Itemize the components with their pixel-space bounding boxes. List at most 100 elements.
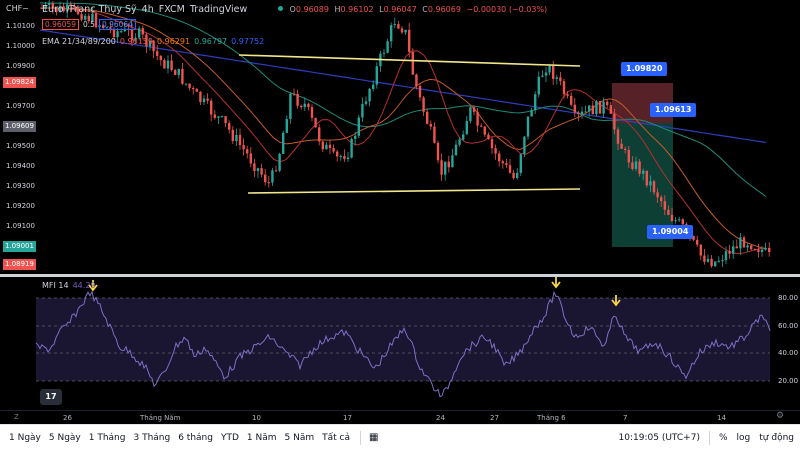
candle-body xyxy=(202,98,206,103)
candle-body xyxy=(681,219,684,225)
mfi-pane[interactable]: MFI 14 44.29 80.00 60.00 40.00 20.00 xyxy=(0,277,800,410)
auto-toggle[interactable]: tự động xyxy=(759,433,794,443)
exchange: FXCM xyxy=(158,4,185,15)
candle-body xyxy=(274,170,278,172)
candle-body xyxy=(289,93,292,120)
time-label: 17 xyxy=(343,414,352,422)
candle-body xyxy=(253,163,256,172)
price-tick: 1.09400 xyxy=(6,162,35,170)
candle-body xyxy=(397,24,400,29)
price-axis[interactable]: 1.10100 1.10000 1.09900 1.09700 1.09500 … xyxy=(0,0,36,274)
gear-icon[interactable]: ⚙ xyxy=(776,411,784,421)
source: TradingView xyxy=(189,4,248,15)
candle-body xyxy=(501,161,504,164)
support-trendline xyxy=(247,188,581,194)
price-tag-last: 1.09609 xyxy=(3,121,36,132)
toolbar-divider xyxy=(360,430,362,445)
mfi-legend[interactable]: MFI 14 44.29 xyxy=(42,281,96,290)
candle-body xyxy=(627,150,630,163)
candle-body xyxy=(472,107,476,112)
candle-body xyxy=(595,101,598,115)
percent-toggle[interactable]: % xyxy=(719,433,728,443)
range-ytd[interactable]: YTD xyxy=(221,433,239,443)
range-1-day[interactable]: 1 Ngày xyxy=(9,433,41,443)
candle-body xyxy=(534,94,537,111)
candle-body xyxy=(285,119,288,133)
symbol-badge[interactable]: CHF~ xyxy=(6,4,29,13)
clock[interactable]: 10:19:05 (UTC+7) xyxy=(619,433,700,443)
ema-legend[interactable]: EMA 21/34/89/200 0.96159 0.96291 0.96797 0.9… xyxy=(42,37,268,46)
chart-title[interactable]: Euro /Franc Thụy Sỹ 4h FXCM TradingView xyxy=(42,4,252,15)
candle-body xyxy=(242,144,245,150)
candle-body xyxy=(584,111,587,113)
range-3-month[interactable]: 3 Tháng xyxy=(133,433,170,443)
candle-body xyxy=(346,157,350,160)
candle-body xyxy=(404,29,407,33)
candle-body xyxy=(699,244,702,256)
candle-body xyxy=(213,114,216,118)
time-label: 27 xyxy=(490,414,499,422)
price-tick: 1.09900 xyxy=(6,62,35,70)
log-toggle[interactable]: log xyxy=(737,433,751,443)
candle-body xyxy=(235,134,238,142)
candle-body xyxy=(652,181,656,193)
candle-body xyxy=(310,107,314,118)
candle-body xyxy=(184,83,188,85)
time-label: 24 xyxy=(436,414,445,422)
candle-body xyxy=(530,110,533,117)
candle-body xyxy=(296,93,299,106)
range-1-year[interactable]: 1 Năm xyxy=(247,433,277,443)
range-6-month[interactable]: 6 tháng xyxy=(178,433,213,443)
mfi-canvas[interactable] xyxy=(0,277,800,410)
candle-body xyxy=(278,153,281,171)
candle-body xyxy=(703,255,706,262)
price-tick: 1.09100 xyxy=(6,222,35,230)
symbol-name: Euro /Franc Thụy Sỹ xyxy=(42,4,137,15)
range-5-day[interactable]: 5 Ngày xyxy=(49,433,81,443)
candle-body xyxy=(267,182,270,184)
price-chart-pane[interactable]: 1.10100 1.10000 1.09900 1.09700 1.09500 … xyxy=(0,0,800,274)
range-all[interactable]: Tất cả xyxy=(322,433,350,443)
candle-body xyxy=(757,249,760,252)
candle-body xyxy=(620,143,623,149)
candle-body xyxy=(670,214,674,222)
callout-stop[interactable]: 1.09613 xyxy=(650,103,697,117)
candle-body xyxy=(696,239,699,245)
candle-body xyxy=(462,134,465,140)
price-tick: 1.09500 xyxy=(6,142,35,150)
candle-body xyxy=(390,25,393,42)
range-1-month[interactable]: 1 Tháng xyxy=(89,433,126,443)
ohlc-readout: O0.96089 H0.96102 L0.96047 C0.96069 −0.0… xyxy=(276,5,550,14)
range-5-year[interactable]: 5 Năm xyxy=(285,433,315,443)
interval: 4h xyxy=(141,4,154,15)
mfi-tick: 40.00 xyxy=(778,349,799,357)
candle-body xyxy=(580,111,584,115)
candle-body xyxy=(238,134,242,145)
candle-body xyxy=(361,103,364,118)
arrow-down-icon xyxy=(551,277,561,289)
zoom-reset-icon[interactable]: Z xyxy=(14,413,19,421)
candle-body xyxy=(616,129,620,144)
time-label: Tháng Năm xyxy=(140,414,181,422)
callout-entry[interactable]: 1.09820 xyxy=(621,62,668,76)
mfi-tick: 60.00 xyxy=(778,322,799,330)
candle-body xyxy=(325,144,328,150)
candle-body xyxy=(573,104,576,113)
calendar-icon[interactable]: ▦ xyxy=(369,432,378,443)
price-tag-high: 1.09824 xyxy=(3,77,36,88)
tradingview-logo-icon[interactable]: 17 xyxy=(40,389,62,405)
time-axis[interactable]: 26 Tháng Năm 10 17 24 27 Tháng 6 7 14 xyxy=(0,410,800,424)
callout-target[interactable]: 1.09004 xyxy=(647,225,694,239)
ask-price[interactable]: 0.96064 xyxy=(98,19,136,30)
candle-body xyxy=(746,245,749,248)
candle-body xyxy=(418,85,422,98)
candle-body xyxy=(256,168,260,172)
bid-price[interactable]: 0.96059 xyxy=(42,19,80,30)
candle-body xyxy=(750,245,753,250)
candle-body xyxy=(519,154,522,173)
candle-body xyxy=(480,125,483,127)
candle-body xyxy=(444,161,447,175)
candle-body xyxy=(318,127,321,142)
mfi-tick: 20.00 xyxy=(778,377,799,385)
candle-body xyxy=(217,116,220,118)
